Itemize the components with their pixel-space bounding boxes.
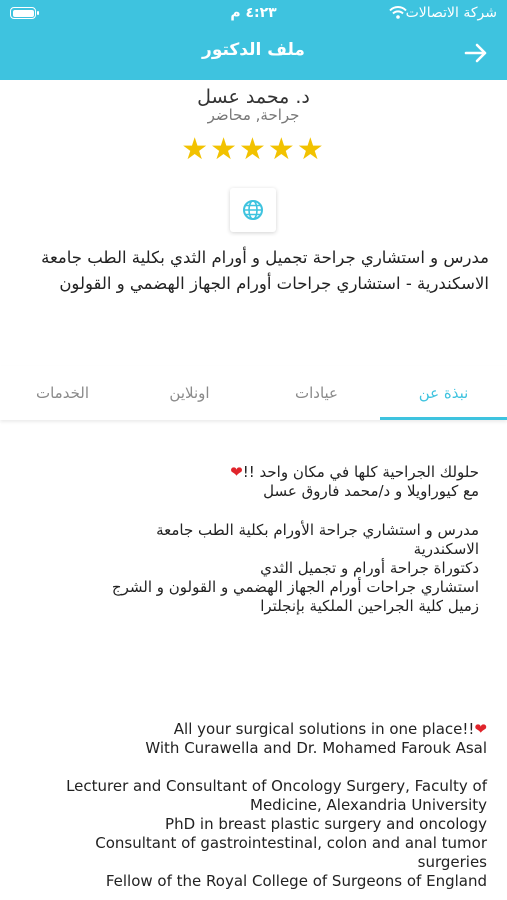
globe-icon (243, 200, 263, 220)
doctor-bio: مدرس و استشاري جراحة تجميل و أورام الثدي… (10, 245, 489, 297)
tab-clinics[interactable]: عيادات (253, 366, 380, 420)
website-button[interactable] (230, 188, 276, 232)
tab-online[interactable]: اونلاين (126, 366, 253, 420)
about-line: زميل كلية الجراحين الملكية بإنجلترا (260, 597, 479, 615)
doctor-specialty: جراحة, محاضر (207, 106, 300, 124)
about-line: الاسكندرية (413, 540, 479, 558)
bio-line: الاسكندرية - استشاري جراحات أورام الجهاز… (59, 274, 489, 293)
about-line: surgeries (417, 853, 487, 871)
about-text-arabic: حلولك الجراحية كلها في مكان واحد !!❤ مع … (40, 463, 479, 616)
about-line: With Curawella and Dr. Mohamed Farouk As… (145, 739, 487, 757)
rating-stars: ★★★★★ (181, 132, 326, 167)
tab-about[interactable]: نبذة عن (380, 366, 507, 420)
page-title: ملف الدكتور (202, 40, 305, 60)
about-line: Fellow of the Royal College of Surgeons … (105, 872, 487, 890)
about-line: Lecturer and Consultant of Oncology Surg… (66, 777, 487, 795)
about-line: حلولك الجراحية كلها في مكان واحد !! (242, 463, 479, 481)
about-line: PhD in breast plastic surgery and oncolo… (165, 815, 487, 833)
about-line: استشاري جراحات أورام الجهاز الهضمي و الق… (111, 578, 479, 596)
about-line: Medicine, Alexandria University (250, 796, 487, 814)
about-line: دكتوراة جراحة أورام و تجميل الثدي (260, 559, 479, 577)
about-text-english: All your surgical solutions in one place… (40, 720, 487, 891)
app-header: شركة الاتصالات ٤:٢٣ م ملف الدكتور (0, 0, 507, 80)
about-line: Consultant of gastrointestinal, colon an… (95, 834, 487, 852)
about-line: مع كيوراويلا و د/محمد فاروق عسل (263, 482, 479, 500)
doctor-name: د. محمد عسل (197, 86, 310, 108)
heart-icon: ❤ (230, 463, 243, 481)
about-line: مدرس و استشاري جراحة الأورام بكلية الطب … (156, 521, 479, 539)
status-time: ٤:٢٣ م (230, 5, 277, 21)
heart-icon: ❤ (474, 720, 487, 738)
back-arrow-icon[interactable] (463, 40, 489, 66)
tab-services[interactable]: الخدمات (0, 366, 126, 420)
bio-line: مدرس و استشاري جراحة تجميل و أورام الثدي… (41, 248, 489, 267)
about-line: All your surgical solutions in one place… (173, 720, 475, 738)
profile-tabs: نبذة عن عيادات اونلاين الخدمات (0, 366, 507, 420)
battery-icon (10, 7, 39, 19)
